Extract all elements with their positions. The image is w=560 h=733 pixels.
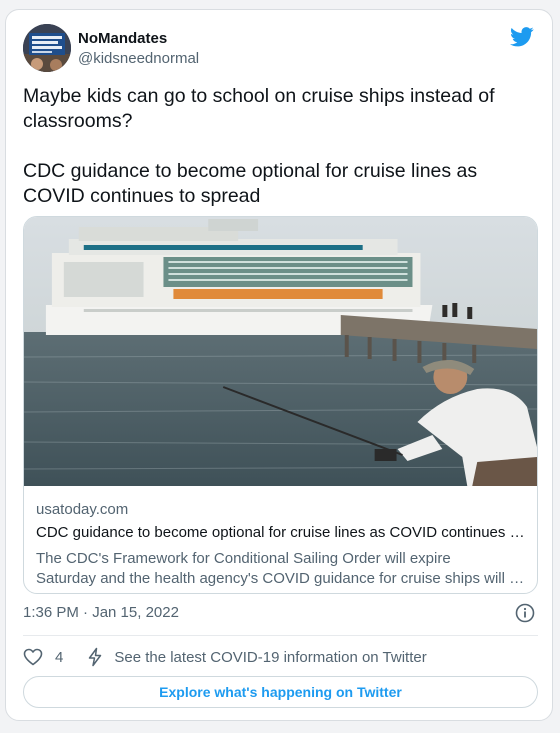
bolt-icon[interactable] — [85, 647, 105, 667]
author-handle[interactable]: @kidsneednormal — [78, 50, 199, 67]
tweet-text: Maybe kids can go to school on cruise sh… — [23, 84, 528, 209]
divider — [23, 635, 538, 636]
twitter-bird-icon[interactable] — [510, 26, 534, 48]
heart-icon[interactable] — [23, 647, 43, 667]
tweet-text-line-2: CDC guidance to become optional for crui… — [23, 160, 478, 207]
link-description-line-2: Saturday and the health agency's COVID g… — [36, 570, 526, 587]
tweet-text-line-1: Maybe kids can go to school on cruise sh… — [23, 85, 495, 132]
protest-sign-avatar-icon — [23, 24, 71, 72]
tweet-timestamp[interactable]: 1:36 PM · Jan 15, 2022 — [23, 604, 179, 621]
cruise-ship-photo[interactable] — [24, 217, 537, 486]
covid-info-link[interactable]: See the latest COVID-19 information on T… — [114, 649, 426, 666]
link-preview-card[interactable]: usatoday.com CDC guidance to become opti… — [23, 216, 538, 594]
info-icon[interactable] — [515, 603, 535, 623]
link-description-line-1: The CDC's Framework for Conditional Sail… — [36, 550, 451, 567]
link-description: The CDC's Framework for Conditional Sail… — [36, 549, 526, 589]
like-count[interactable]: 4 — [55, 649, 63, 666]
tweet-card: NoMandates @kidsneednormal Maybe kids ca… — [5, 9, 553, 721]
author-avatar[interactable] — [23, 24, 71, 72]
explore-button[interactable]: Explore what's happening on Twitter — [23, 676, 538, 708]
link-domain: usatoday.com — [36, 501, 129, 518]
action-bar: 4 See the latest COVID-19 information on… — [23, 645, 427, 669]
link-title[interactable]: CDC guidance to become optional for crui… — [36, 523, 526, 543]
link-preview-meta: usatoday.com CDC guidance to become opti… — [36, 500, 526, 589]
author-display-name[interactable]: NoMandates — [78, 30, 167, 47]
